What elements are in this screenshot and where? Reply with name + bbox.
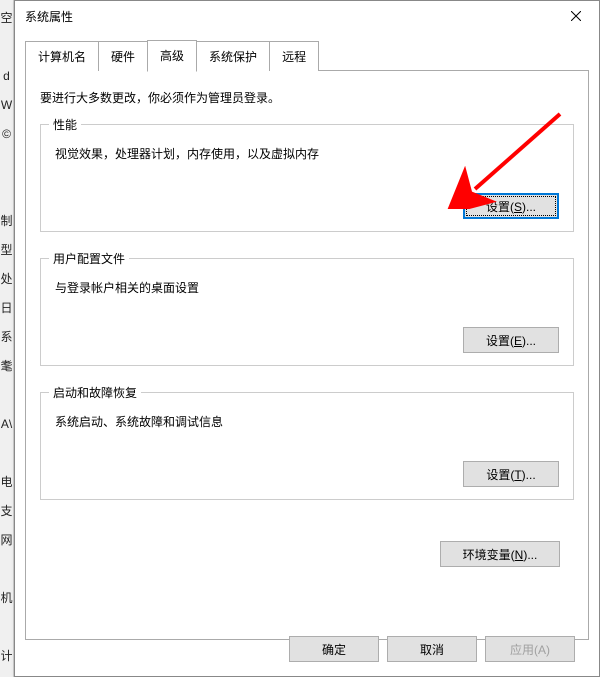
- startup-recovery-settings-button[interactable]: 设置(T)...: [463, 461, 559, 487]
- environment-variables-button[interactable]: 环境变量(N)...: [440, 541, 560, 567]
- close-icon: [571, 11, 581, 21]
- tab-advanced[interactable]: 高级: [147, 40, 197, 72]
- tab-strip: 计算机名 硬件 高级 系统保护 远程: [25, 39, 589, 71]
- startup-recovery-desc: 系统启动、系统故障和调试信息: [55, 413, 559, 430]
- dialog-title: 系统属性: [25, 8, 73, 25]
- cancel-button[interactable]: 取消: [387, 636, 477, 662]
- performance-settings-button[interactable]: 设置(S)...: [463, 193, 559, 219]
- performance-desc: 视觉效果，处理器计划，内存使用，以及虚拟内存: [55, 145, 559, 162]
- tab-hardware[interactable]: 硬件: [98, 41, 148, 71]
- tab-container: 计算机名 硬件 高级 系统保护 远程 要进行大多数更改，你必须作为管理员登录。 …: [25, 39, 589, 640]
- ok-button[interactable]: 确定: [289, 636, 379, 662]
- startup-recovery-group: 启动和故障恢复 系统启动、系统故障和调试信息 设置(T)...: [40, 392, 574, 500]
- advanced-tab-panel: 要进行大多数更改，你必须作为管理员登录。 性能 视觉效果，处理器计划，内存使用，…: [25, 70, 589, 640]
- performance-legend: 性能: [49, 116, 81, 133]
- tab-system-protection[interactable]: 系统保护: [196, 41, 270, 71]
- tab-remote[interactable]: 远程: [269, 41, 319, 71]
- user-profiles-group: 用户配置文件 与登录帐户相关的桌面设置 设置(E)...: [40, 258, 574, 366]
- user-profiles-desc: 与登录帐户相关的桌面设置: [55, 279, 559, 296]
- titlebar: 系统属性: [15, 1, 599, 31]
- apply-button[interactable]: 应用(A): [485, 636, 575, 662]
- partial-background-strip: 空dW©制型处日系耄A\电支网机计: [0, 0, 14, 677]
- system-properties-dialog: 系统属性 计算机名 硬件 高级 系统保护 远程 要进行大多数更改，你必须作为管理…: [14, 0, 600, 677]
- user-profiles-settings-button[interactable]: 设置(E)...: [463, 327, 559, 353]
- admin-required-text: 要进行大多数更改，你必须作为管理员登录。: [40, 89, 574, 106]
- startup-recovery-legend: 启动和故障恢复: [49, 384, 141, 401]
- tab-computer-name[interactable]: 计算机名: [25, 41, 99, 71]
- dialog-footer-buttons: 确定 取消 应用(A): [289, 636, 575, 662]
- user-profiles-legend: 用户配置文件: [49, 250, 129, 267]
- performance-group: 性能 视觉效果，处理器计划，内存使用，以及虚拟内存 设置(S)...: [40, 124, 574, 232]
- close-button[interactable]: [553, 1, 599, 31]
